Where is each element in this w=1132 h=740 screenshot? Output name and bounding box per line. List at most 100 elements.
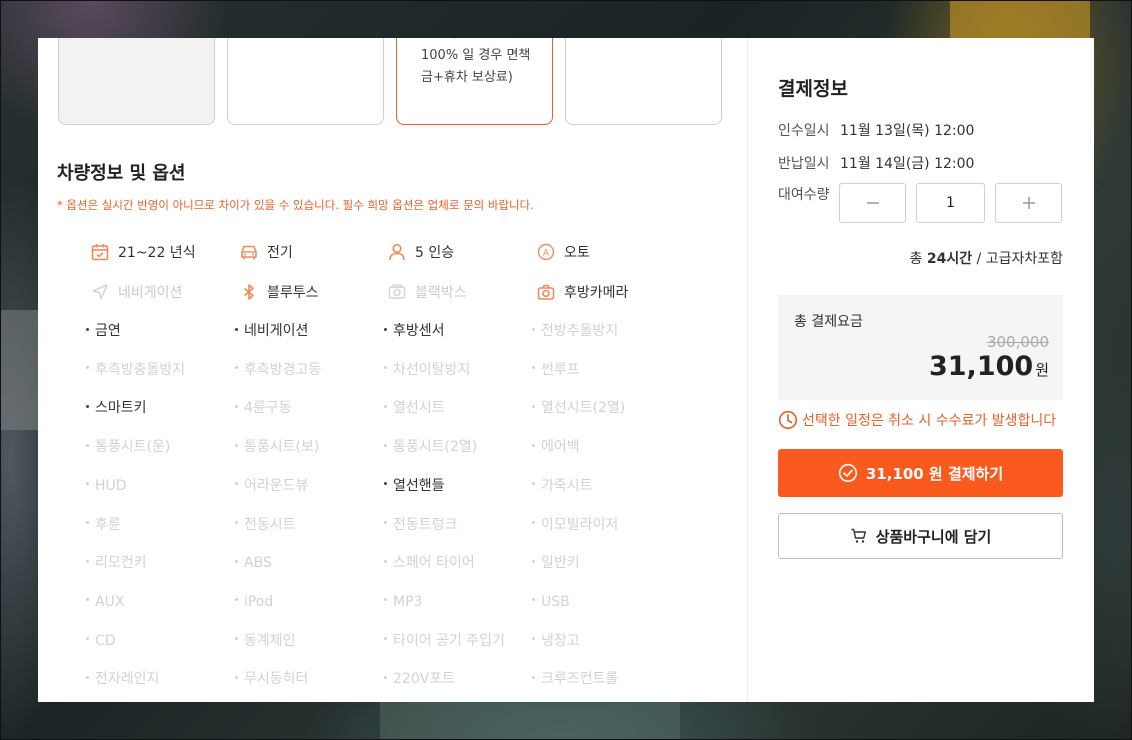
option-item: 후륜 <box>86 516 121 534</box>
option-item: 일반키 <box>532 554 580 572</box>
options-notice: * 옵션은 실시간 반영이 아니므로 차이가 있을 수 있습니다. 필수 희망 … <box>57 198 534 212</box>
total-suffix: / 고급자차포함 <box>972 251 1063 267</box>
option-label: 후방센서 <box>393 323 445 339</box>
background-detail <box>380 700 680 740</box>
total-prefix: 총 <box>909 251 927 267</box>
payment-column: 결제정보 인수일시 11월 13일(목) 12:00 반납일시 11월 14일(금)… <box>748 38 1094 702</box>
insurance-option-card[interactable] <box>565 38 722 125</box>
insurance-option-description: …백사고 및 파손 100% 일 경우 면책금+휴차 보상료) <box>421 38 531 85</box>
calendar-icon <box>90 242 110 262</box>
bullet-icon <box>532 559 535 563</box>
option-label: 타이어 공기 주입기 <box>393 632 505 649</box>
bullet-icon <box>235 327 238 331</box>
section-title: 차량정보 및 옵션 <box>57 163 186 184</box>
option-item: 에어백 <box>532 438 580 456</box>
option-item: 이모빌라이저 <box>532 516 618 534</box>
option-label: 후측방경고등 <box>244 361 322 378</box>
option-item: 후측방경고등 <box>235 361 321 379</box>
option-item: 통풍시트(2열) <box>384 438 477 456</box>
add-to-cart-button[interactable]: 상품바구니에 담기 <box>778 513 1063 559</box>
option-item: 전동시트 <box>235 516 296 534</box>
feature-label: 후방카메라 <box>564 285 629 301</box>
bullet-icon <box>532 675 535 679</box>
bullet-icon <box>235 675 238 679</box>
bullet-icon <box>532 482 535 486</box>
bullet-icon <box>532 404 535 408</box>
option-label: 냉장고 <box>541 632 580 649</box>
clock-icon <box>778 410 798 430</box>
return-row: 반납일시 11월 14일(금) 12:00 <box>778 153 974 173</box>
final-price: 31,100 원 <box>929 351 1049 382</box>
auto-gear-icon: A <box>536 242 556 262</box>
feature-item: 블루투스 <box>239 282 319 302</box>
bullet-icon <box>235 482 238 486</box>
option-label: 전자레인지 <box>95 671 160 688</box>
bullet-icon <box>86 675 89 679</box>
feature-label: 5 인승 <box>415 245 455 261</box>
blackbox-icon <box>387 282 407 302</box>
option-label: MP3 <box>393 593 423 610</box>
bullet-icon <box>86 327 89 331</box>
insurance-option-card[interactable] <box>58 38 215 125</box>
quantity-input[interactable]: 1 <box>916 183 985 223</box>
quantity-label: 대여수량 <box>778 187 830 203</box>
option-label: 스페어 타이어 <box>393 555 475 572</box>
option-label: HUD <box>95 477 127 494</box>
currency-unit: 원 <box>1035 361 1049 379</box>
bullet-icon <box>532 443 535 447</box>
bullet-icon <box>235 637 238 641</box>
background-detail <box>0 310 38 430</box>
option-label: 차선이탈방지 <box>393 361 471 378</box>
final-price-value: 31,100 <box>928 351 1034 382</box>
bullet-icon <box>384 675 387 679</box>
original-price: 300,000 <box>986 333 1049 351</box>
option-label: ABS <box>244 555 272 572</box>
quantity-decrease-button[interactable] <box>839 183 906 223</box>
bullet-icon <box>235 366 238 370</box>
option-item: 열선시트 <box>384 399 445 417</box>
cart-button-label: 상품바구니에 담기 <box>875 527 992 546</box>
check-circle-icon <box>838 463 857 483</box>
pickup-row: 인수일시 11월 13일(목) 12:00 <box>778 120 974 140</box>
option-label: 일반키 <box>541 555 580 572</box>
option-item: USB <box>532 593 570 611</box>
insurance-option-card[interactable] <box>227 38 384 125</box>
option-label: 에어백 <box>541 439 580 456</box>
option-item: 타이어 공기 주입기 <box>384 632 505 650</box>
option-label: 금연 <box>95 323 121 339</box>
option-label: 통풍시트(운) <box>95 439 171 456</box>
bullet-icon <box>235 521 238 524</box>
option-label: USB <box>541 593 570 610</box>
rear-camera-icon <box>536 282 556 302</box>
quantity-increase-button[interactable] <box>995 183 1062 223</box>
pay-button-label: 31,100 원 결제하기 <box>865 464 1004 483</box>
option-label: 후륜 <box>95 516 121 533</box>
total-hours: 24시간 <box>926 251 973 267</box>
insurance-option-card-selected[interactable]: …백사고 및 파손 100% 일 경우 면책금+휴차 보상료) <box>396 38 553 125</box>
svg-text:A: A <box>543 248 550 258</box>
feature-label: 블랙박스 <box>415 285 467 301</box>
option-label: 통풍시트(보) <box>244 439 320 456</box>
option-item: ABS <box>235 554 272 572</box>
option-item: 냉장고 <box>532 632 580 650</box>
option-item: 네비게이션 <box>235 322 308 340</box>
car-front-icon <box>239 242 259 262</box>
option-item: 스마트키 <box>86 399 147 417</box>
option-item: 통풍시트(운) <box>86 438 170 456</box>
option-label: 열선시트 <box>393 400 445 417</box>
option-item: 스페어 타이어 <box>384 554 475 572</box>
option-item: 후측방충돌방지 <box>86 361 185 379</box>
option-label: 리모컨키 <box>95 555 147 572</box>
option-label: 동계체인 <box>244 632 296 649</box>
bullet-icon <box>532 521 535 524</box>
reservation-panel: …백사고 및 파손 100% 일 경우 면책금+휴차 보상료) 차량정보 및 옵… <box>38 38 1094 702</box>
option-label: 이모빌라이저 <box>541 516 619 533</box>
feature-label: 오토 <box>564 245 590 261</box>
bluetooth-icon <box>239 282 259 302</box>
bullet-icon <box>86 637 89 641</box>
cancel-fee-text: 선택한 일정은 취소 시 수수료가 발생합니다 <box>802 413 1057 429</box>
cart-icon <box>851 528 866 543</box>
option-item: 열선핸들 <box>384 477 445 495</box>
pay-button[interactable]: 31,100 원 결제하기 <box>778 449 1063 497</box>
bullet-icon <box>384 637 387 641</box>
